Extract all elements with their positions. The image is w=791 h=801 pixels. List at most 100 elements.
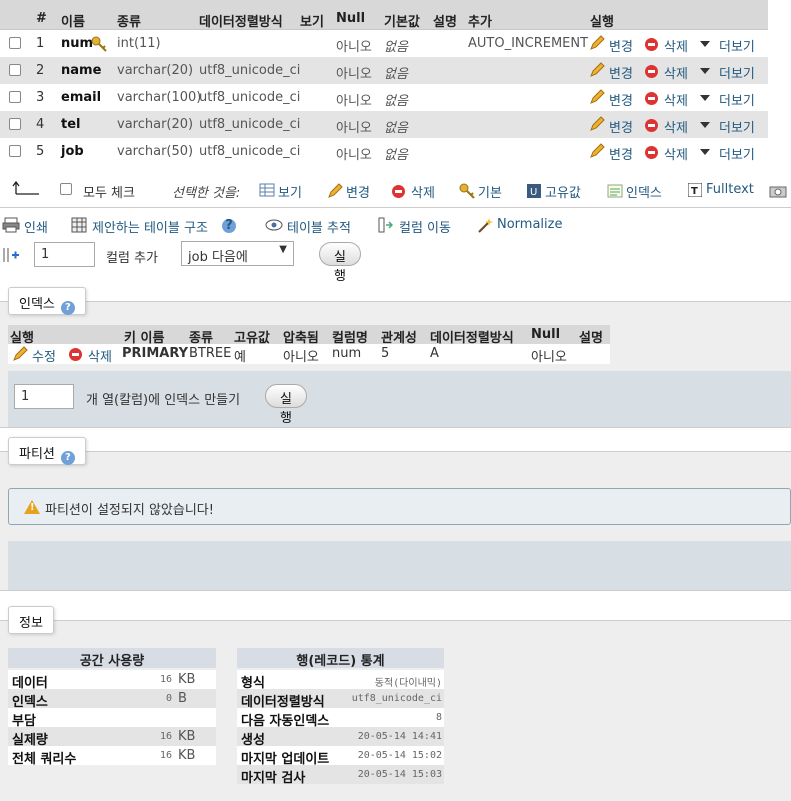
create-index-go-button[interactable]: 실행 bbox=[265, 384, 307, 426]
column-name: email bbox=[61, 90, 102, 105]
chevron-down-icon[interactable] bbox=[700, 122, 710, 128]
stats-value: utf8_unicode_ci bbox=[351, 693, 442, 704]
col-header-type[interactable]: 종류 bbox=[117, 11, 141, 30]
add-column-go-button[interactable]: 실행 bbox=[319, 242, 361, 284]
delete-link[interactable]: 삭제 bbox=[664, 63, 688, 82]
index-icon[interactable] bbox=[607, 183, 623, 199]
delete-link[interactable]: 삭제 bbox=[664, 90, 688, 109]
help-icon[interactable]: ? bbox=[60, 301, 75, 315]
magic-wand-icon[interactable] bbox=[477, 217, 493, 233]
pencil-icon[interactable] bbox=[589, 62, 605, 78]
row-checkbox[interactable] bbox=[9, 118, 21, 130]
row-checkbox[interactable] bbox=[9, 64, 21, 76]
row-checkbox[interactable] bbox=[9, 91, 21, 103]
more-link[interactable]: 더보기 bbox=[719, 36, 755, 55]
space-usage-row: 부담 bbox=[8, 708, 216, 729]
change-link[interactable]: 변경 bbox=[609, 36, 633, 55]
row-checkbox[interactable] bbox=[9, 145, 21, 157]
unique-icon[interactable]: U bbox=[527, 184, 541, 198]
delete-icon[interactable] bbox=[69, 348, 82, 361]
delete-link[interactable]: 삭제 bbox=[664, 36, 688, 55]
pencil-icon[interactable] bbox=[327, 183, 343, 199]
fulltext-icon[interactable]: T bbox=[688, 183, 702, 197]
add-column-position-select[interactable]: job 다음에 ▼ bbox=[181, 241, 294, 266]
bulk-unique-button[interactable]: 고유값 bbox=[545, 182, 581, 201]
spatial-icon[interactable] bbox=[769, 183, 787, 199]
col-header-comment[interactable]: 설명 bbox=[433, 11, 457, 30]
delete-link[interactable]: 삭제 bbox=[664, 144, 688, 163]
pencil-icon[interactable] bbox=[589, 35, 605, 51]
chevron-down-icon[interactable] bbox=[700, 68, 710, 74]
space-usage-title: 공간 사용량 bbox=[8, 648, 216, 669]
col-header-collation[interactable]: 데이터정렬방식 bbox=[199, 11, 283, 30]
partitions-legend: 파티션? bbox=[8, 437, 86, 465]
row-stats-row: 마지막 검사 20-05-14 15:03 bbox=[237, 765, 444, 786]
delete-icon[interactable] bbox=[392, 185, 405, 198]
col-header-name[interactable]: 이름 bbox=[61, 11, 85, 30]
help-icon[interactable]: ? bbox=[222, 219, 236, 233]
structure-header: # 이름 종류 데이터정렬방식 보기 Null 기본값 설명 추가 실행 bbox=[0, 0, 768, 30]
change-link[interactable]: 변경 bbox=[609, 144, 633, 163]
print-link[interactable]: 인쇄 bbox=[24, 217, 48, 236]
space-usage-row: 전체 쿼리수 16 KB bbox=[8, 746, 216, 767]
normalize-link[interactable]: Normalize bbox=[497, 217, 562, 232]
delete-link[interactable]: 삭제 bbox=[664, 117, 688, 136]
index-keyname: PRIMARY bbox=[122, 346, 189, 361]
pencil-icon[interactable] bbox=[589, 116, 605, 132]
change-link[interactable]: 변경 bbox=[609, 117, 633, 136]
col-header-extra[interactable]: 추가 bbox=[468, 11, 492, 30]
chevron-down-icon[interactable] bbox=[700, 41, 710, 47]
row-number: 3 bbox=[36, 90, 45, 105]
browse-icon[interactable] bbox=[259, 183, 275, 197]
delete-icon[interactable] bbox=[645, 38, 658, 51]
print-icon[interactable] bbox=[2, 217, 20, 233]
change-link[interactable]: 변경 bbox=[609, 90, 633, 109]
chevron-down-icon[interactable] bbox=[700, 95, 710, 101]
move-columns-link[interactable]: 컬럼 이동 bbox=[399, 217, 451, 236]
pencil-icon[interactable] bbox=[589, 89, 605, 105]
more-link[interactable]: 더보기 bbox=[719, 117, 755, 136]
column-collation: utf8_unicode_ci bbox=[199, 117, 301, 132]
help-icon[interactable]: ? bbox=[60, 451, 75, 465]
index-edit-link[interactable]: 수정 bbox=[32, 346, 56, 365]
col-header-null[interactable]: Null bbox=[336, 11, 365, 26]
column-collation: utf8_unicode_ci bbox=[199, 63, 301, 78]
eye-icon[interactable] bbox=[265, 219, 283, 231]
propose-structure-icon[interactable] bbox=[71, 217, 87, 233]
delete-icon[interactable] bbox=[645, 92, 658, 105]
more-link[interactable]: 더보기 bbox=[719, 144, 755, 163]
col-header-attributes[interactable]: 보기 bbox=[300, 11, 324, 30]
check-all-checkbox[interactable] bbox=[60, 183, 72, 195]
more-link[interactable]: 더보기 bbox=[719, 63, 755, 82]
move-columns-icon[interactable] bbox=[377, 217, 393, 233]
bulk-change-button[interactable]: 변경 bbox=[346, 182, 370, 201]
space-unit: KB bbox=[178, 748, 196, 763]
delete-icon[interactable] bbox=[645, 65, 658, 78]
delete-icon[interactable] bbox=[645, 146, 658, 159]
table-row: 2 name varchar(20) utf8_unicode_ci 아니오 없음 변경 삭제… bbox=[0, 57, 768, 84]
check-all-label[interactable]: 모두 체크 bbox=[83, 182, 135, 201]
indexes-legend: 인덱스? bbox=[8, 287, 86, 315]
index-delete-link[interactable]: 삭제 bbox=[88, 346, 112, 365]
bulk-fulltext-button[interactable]: Fulltext bbox=[706, 182, 754, 197]
delete-icon[interactable] bbox=[645, 119, 658, 132]
add-column-icon bbox=[3, 248, 19, 262]
col-header-default[interactable]: 기본값 bbox=[384, 11, 420, 30]
propose-structure-link[interactable]: 제안하는 테이블 구조 bbox=[92, 217, 208, 236]
partition-lower-panel bbox=[8, 541, 791, 590]
bulk-browse-button[interactable]: 보기 bbox=[278, 182, 302, 201]
change-link[interactable]: 변경 bbox=[609, 63, 633, 82]
bulk-index-button[interactable]: 인덱스 bbox=[626, 182, 662, 201]
pencil-icon[interactable] bbox=[12, 346, 28, 362]
track-table-link[interactable]: 테이블 추적 bbox=[287, 217, 351, 236]
index-column-count-input[interactable]: 1 bbox=[14, 384, 74, 409]
bulk-delete-button[interactable]: 삭제 bbox=[411, 182, 435, 201]
row-checkbox[interactable] bbox=[9, 37, 21, 49]
column-default: 없음 bbox=[384, 94, 408, 109]
chevron-down-icon[interactable] bbox=[700, 149, 710, 155]
key-icon[interactable] bbox=[459, 183, 475, 199]
more-link[interactable]: 더보기 bbox=[719, 90, 755, 109]
bulk-primary-button[interactable]: 기본 bbox=[478, 182, 502, 201]
add-column-count-input[interactable]: 1 bbox=[34, 242, 95, 267]
pencil-icon[interactable] bbox=[589, 143, 605, 159]
